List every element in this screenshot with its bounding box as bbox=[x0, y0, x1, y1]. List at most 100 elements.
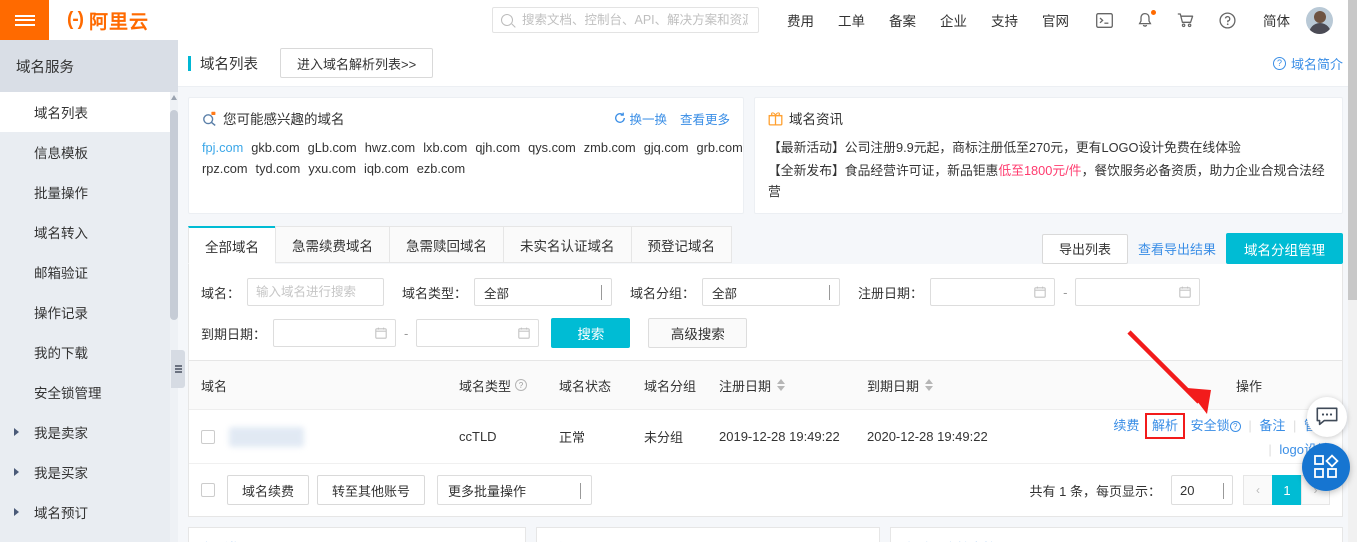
chat-support-button[interactable] bbox=[1307, 397, 1347, 437]
column-header-exp-date[interactable]: 到期日期 bbox=[867, 376, 1052, 395]
domain-group-select[interactable]: 全部 bbox=[702, 278, 841, 306]
more-batch-ops-select[interactable]: 更多批量操作 bbox=[437, 475, 593, 505]
export-list-button[interactable]: 导出列表 bbox=[1041, 233, 1128, 264]
gift-icon bbox=[768, 111, 783, 126]
domain-suggestion[interactable]: lxb.com bbox=[423, 140, 467, 155]
search-input[interactable] bbox=[520, 12, 750, 28]
exp-date-to-input[interactable] bbox=[416, 319, 540, 347]
tab-all-domains[interactable]: 全部域名 bbox=[188, 226, 275, 264]
domain-suggestion[interactable]: fpj.com bbox=[202, 140, 243, 155]
column-header-reg-date[interactable]: 注册日期 bbox=[719, 376, 867, 395]
app-grid-button[interactable] bbox=[1302, 443, 1350, 491]
domain-suggestion[interactable]: ezb.com bbox=[417, 161, 465, 176]
nav-item-fees[interactable]: 费用 bbox=[787, 10, 814, 30]
view-more-domains-link[interactable]: 查看更多 bbox=[680, 109, 730, 128]
tab-unverified[interactable]: 未实名认证域名 bbox=[503, 226, 631, 263]
domain-suggestion[interactable]: gkb.com bbox=[251, 140, 299, 155]
sidebar-item-domain-list[interactable]: 域名列表 bbox=[0, 92, 178, 132]
news-item-2[interactable]: 【全新发布】食品经营许可证，新品钜惠低至1800元/件，餐饮服务必备资质，助力企… bbox=[768, 160, 1329, 202]
sidebar-item-my-downloads[interactable]: 我的下载 bbox=[0, 332, 178, 372]
magnifier-icon bbox=[202, 111, 217, 126]
aliyun-logo[interactable]: (-) 阿里云 bbox=[67, 7, 149, 34]
menu-icon[interactable] bbox=[0, 0, 49, 40]
table-row: ccTLD 正常 未分组 2019-12-28 19:49:22 2020-12… bbox=[189, 410, 1342, 464]
action-renew[interactable]: 续费 bbox=[1113, 418, 1139, 433]
domain-suggestion[interactable]: qys.com bbox=[528, 140, 576, 155]
search-button[interactable]: 搜索 bbox=[551, 318, 631, 348]
news-item-1[interactable]: 【最新活动】公司注册9.9元起，商标注册低至270元，更有LOGO设计免费在线体… bbox=[768, 137, 1329, 158]
sidebar-item-batch-ops[interactable]: 批量操作 bbox=[0, 172, 178, 212]
nav-item-support[interactable]: 支持 bbox=[991, 10, 1018, 30]
domain-type-select[interactable]: 全部 bbox=[474, 278, 613, 306]
nav-item-icp[interactable]: 备案 bbox=[889, 10, 916, 30]
reg-date-to-input[interactable] bbox=[1075, 278, 1201, 306]
nav-item-enterprise[interactable]: 企业 bbox=[940, 10, 967, 30]
terminal-icon[interactable] bbox=[1095, 11, 1113, 29]
tab-redeem-urgent[interactable]: 急需赎回域名 bbox=[389, 226, 503, 263]
domain-suggestion[interactable]: yxu.com bbox=[308, 161, 356, 176]
advanced-search-button[interactable]: 高级搜索 bbox=[648, 318, 748, 348]
scroll-up-icon[interactable] bbox=[171, 95, 177, 100]
sort-icon[interactable] bbox=[777, 379, 786, 391]
exp-date-from-input[interactable] bbox=[273, 319, 397, 347]
sidebar-item-email-verify[interactable]: 邮箱验证 bbox=[0, 252, 178, 292]
scrollbar-thumb[interactable] bbox=[170, 110, 178, 320]
batch-action-bar: 域名续费 转至其他账号 更多批量操作 共有 1 条，每页显示： 20 ‹ 1 › bbox=[189, 464, 1342, 516]
domain-suggestion[interactable]: gjq.com bbox=[644, 140, 689, 155]
grid-icon bbox=[1314, 454, 1339, 478]
nav-item-tickets[interactable]: 工单 bbox=[838, 10, 865, 30]
select-all-checkbox[interactable] bbox=[201, 483, 215, 497]
view-export-result-link[interactable]: 查看导出结果 bbox=[1138, 239, 1216, 258]
enter-dns-list-button[interactable]: 进入域名解析列表>> bbox=[280, 48, 434, 78]
bell-icon[interactable] bbox=[1136, 10, 1156, 29]
cart-icon[interactable] bbox=[1177, 11, 1195, 29]
sidebar-item-operation-log[interactable]: 操作记录 bbox=[0, 292, 178, 332]
domain-suggestion[interactable]: iqb.com bbox=[364, 161, 409, 176]
help-docs-card[interactable]: 帮助与支持文档 bbox=[890, 527, 1343, 542]
pagination-total-text: 共有 1 条，每页显示： bbox=[1029, 483, 1161, 499]
action-remark[interactable]: 备注 bbox=[1259, 418, 1285, 433]
page-number-1[interactable]: 1 bbox=[1272, 475, 1301, 505]
batch-renew-button[interactable]: 域名续费 bbox=[227, 475, 310, 505]
reg-date-from-input[interactable] bbox=[930, 278, 1056, 306]
page-scrollbar-thumb[interactable] bbox=[1348, 0, 1357, 300]
question-mark-icon[interactable]: ? bbox=[1229, 421, 1241, 432]
domain-suggestion[interactable]: gLb.com bbox=[308, 140, 357, 155]
prev-page-button[interactable]: ‹ bbox=[1243, 475, 1272, 505]
help-icon[interactable] bbox=[1218, 11, 1236, 29]
domain-group-manage-button[interactable]: 域名分组管理 bbox=[1226, 233, 1343, 264]
tab-renew-urgent[interactable]: 急需续费域名 bbox=[275, 226, 389, 263]
row-checkbox[interactable] bbox=[201, 429, 215, 444]
page-size-select[interactable]: 20 bbox=[1171, 475, 1233, 505]
beginner-guide-card[interactable]: 新手指引 bbox=[188, 527, 526, 542]
tab-pre-registered[interactable]: 预登记域名 bbox=[630, 226, 732, 263]
sidebar-scrollbar[interactable] bbox=[170, 92, 178, 542]
domain-intro-link[interactable]: ? 域名简介 bbox=[1272, 54, 1343, 73]
domain-suggestion[interactable]: tyd.com bbox=[256, 161, 301, 176]
avatar[interactable] bbox=[1306, 6, 1333, 34]
action-security-lock[interactable]: 安全锁 bbox=[1191, 418, 1230, 433]
sidebar-collapse-toggle[interactable] bbox=[171, 350, 185, 388]
sidebar-item-buyer[interactable]: 我是买家 bbox=[0, 452, 178, 492]
sidebar-item-domain-reservation[interactable]: 域名预订 bbox=[0, 492, 178, 532]
top-nav: 费用 工单 备案 企业 支持 官网 bbox=[787, 10, 1069, 30]
sidebar-item-seller[interactable]: 我是卖家 bbox=[0, 412, 178, 452]
domain-search-input[interactable] bbox=[247, 278, 385, 306]
domain-suggestion[interactable]: hwz.com bbox=[365, 140, 416, 155]
sort-icon[interactable] bbox=[925, 379, 934, 391]
batch-transfer-button[interactable]: 转至其他账号 bbox=[317, 475, 426, 505]
sidebar-item-security-lock[interactable]: 安全锁管理 bbox=[0, 372, 178, 412]
refresh-domains-link[interactable]: 换一换 bbox=[614, 109, 667, 128]
question-mark-icon[interactable]: ? bbox=[515, 379, 528, 391]
nav-item-website[interactable]: 官网 bbox=[1042, 10, 1069, 30]
faq-card[interactable]: 常见问题 bbox=[536, 527, 880, 542]
sidebar-item-domain-transfer-in[interactable]: 域名转入 bbox=[0, 212, 178, 252]
action-resolve[interactable]: 解析 bbox=[1152, 418, 1178, 433]
domain-suggestion[interactable]: grb.com bbox=[697, 140, 743, 155]
domain-suggestion[interactable]: zmb.com bbox=[584, 140, 636, 155]
domain-suggestion[interactable]: qjh.com bbox=[475, 140, 520, 155]
language-switch[interactable]: 简体 bbox=[1263, 10, 1290, 30]
domain-type-value: 全部 bbox=[484, 286, 510, 301]
domain-suggestion[interactable]: rpz.com bbox=[202, 161, 248, 176]
sidebar-item-info-template[interactable]: 信息模板 bbox=[0, 132, 178, 172]
